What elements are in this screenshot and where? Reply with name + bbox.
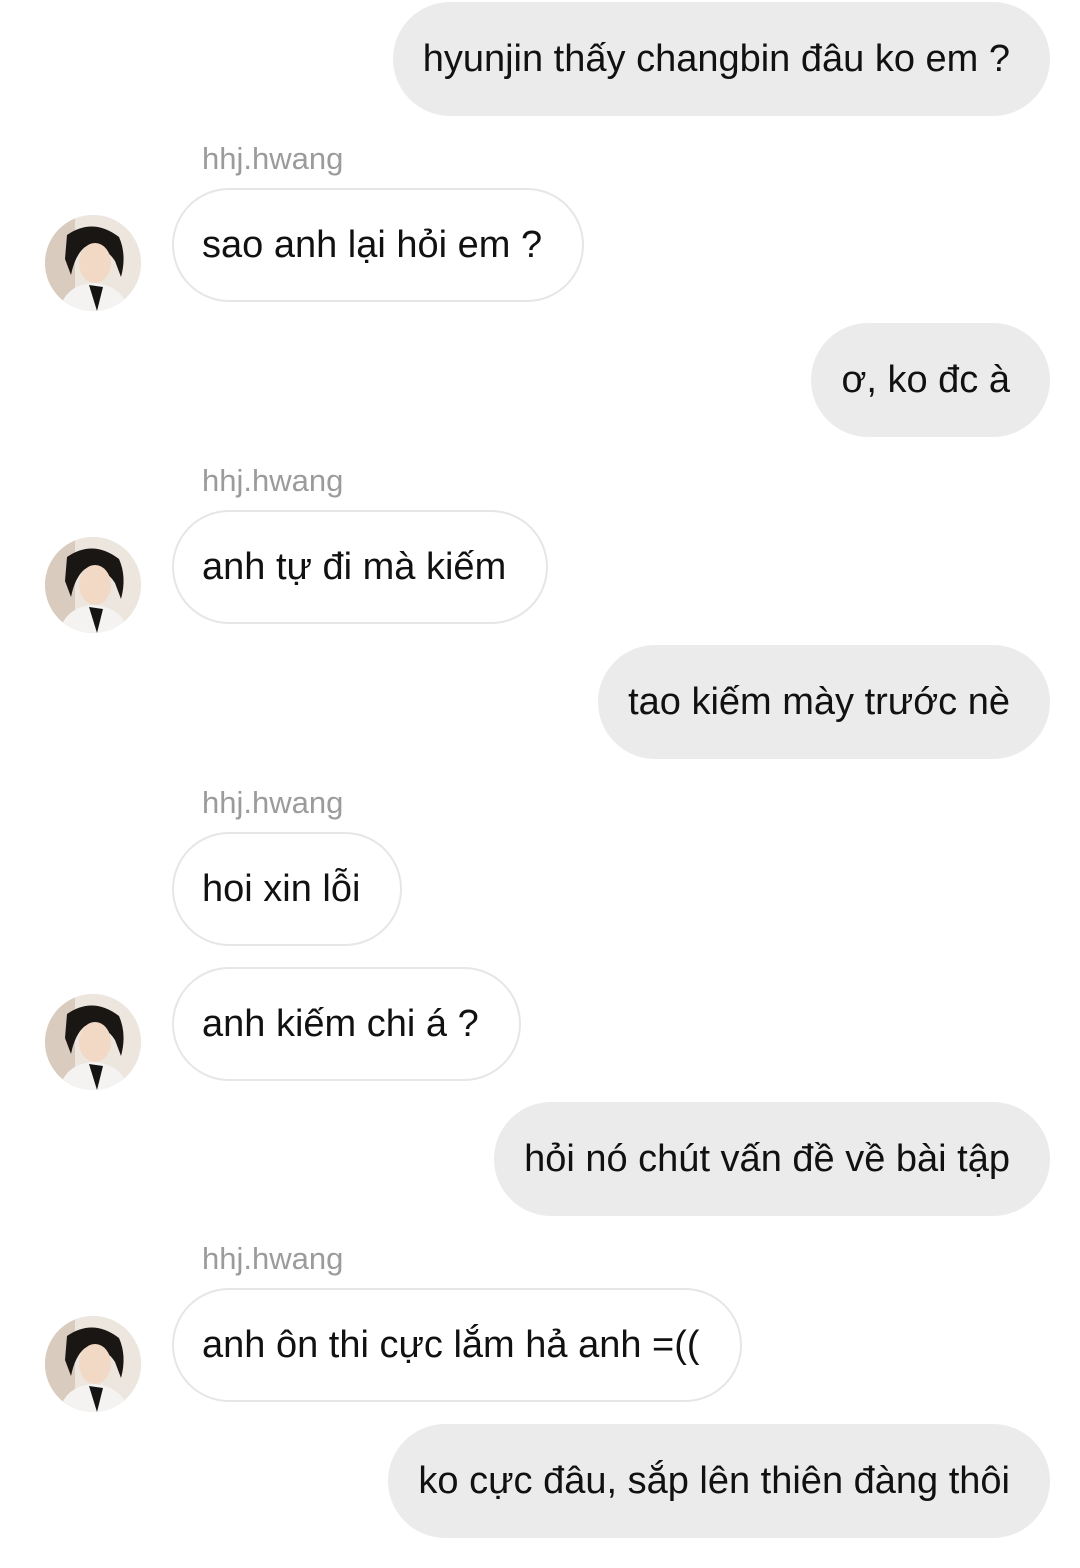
outgoing-message-bubble[interactable]: ơ, ko đc à (811, 323, 1050, 437)
message-text: hyunjin thấy changbin đâu ko em ? (422, 38, 1010, 80)
outgoing-message-bubble[interactable]: ko cực đâu, sắp lên thiên đàng thôi (388, 1424, 1050, 1538)
message-text: ơ, ko đc à (841, 359, 1010, 401)
incoming-message-bubble[interactable]: hoi xin lỗi (172, 832, 403, 946)
message-text: hoi xin lỗi (202, 868, 361, 910)
incoming-message-bubble[interactable]: anh kiếm chi á ? (172, 967, 521, 1081)
avatar[interactable] (45, 1316, 141, 1412)
message-text: hỏi nó chút vấn đề về bài tập (524, 1138, 1010, 1180)
profile-photo-avatar-icon (45, 537, 141, 633)
outgoing-message-bubble[interactable]: hỏi nó chút vấn đề về bài tập (494, 1102, 1050, 1216)
incoming-message-bubble[interactable]: sao anh lại hỏi em ? (172, 188, 585, 302)
profile-photo-avatar-icon (45, 215, 141, 311)
profile-photo-avatar-icon (45, 994, 141, 1090)
outgoing-message-bubble[interactable]: tao kiếm mày trước nè (598, 645, 1050, 759)
avatar[interactable] (45, 215, 141, 311)
message-text: tao kiếm mày trước nè (628, 681, 1010, 723)
sender-name: hhj.hwang (202, 463, 344, 498)
incoming-message-bubble[interactable]: anh tự đi mà kiếm (172, 510, 549, 624)
sender-name: hhj.hwang (202, 141, 344, 176)
avatar[interactable] (45, 994, 141, 1090)
incoming-message-bubble[interactable]: anh ôn thi cực lắm hả anh =(( (172, 1288, 742, 1402)
sender-name: hhj.hwang (202, 1241, 344, 1276)
avatar[interactable] (45, 537, 141, 633)
chat-thread: hyunjin thấy changbin đâu ko em ? hhj.hw… (0, 0, 1080, 1568)
message-text: anh tự đi mà kiếm (202, 546, 507, 588)
message-text: sao anh lại hỏi em ? (202, 224, 543, 266)
profile-photo-avatar-icon (45, 1316, 141, 1412)
outgoing-message-bubble[interactable]: hyunjin thấy changbin đâu ko em ? (392, 2, 1050, 116)
message-text: ko cực đâu, sắp lên thiên đàng thôi (418, 1460, 1010, 1502)
message-text: anh ôn thi cực lắm hả anh =(( (202, 1324, 700, 1366)
message-text: anh kiếm chi á ? (202, 1003, 479, 1045)
sender-name: hhj.hwang (202, 785, 344, 820)
